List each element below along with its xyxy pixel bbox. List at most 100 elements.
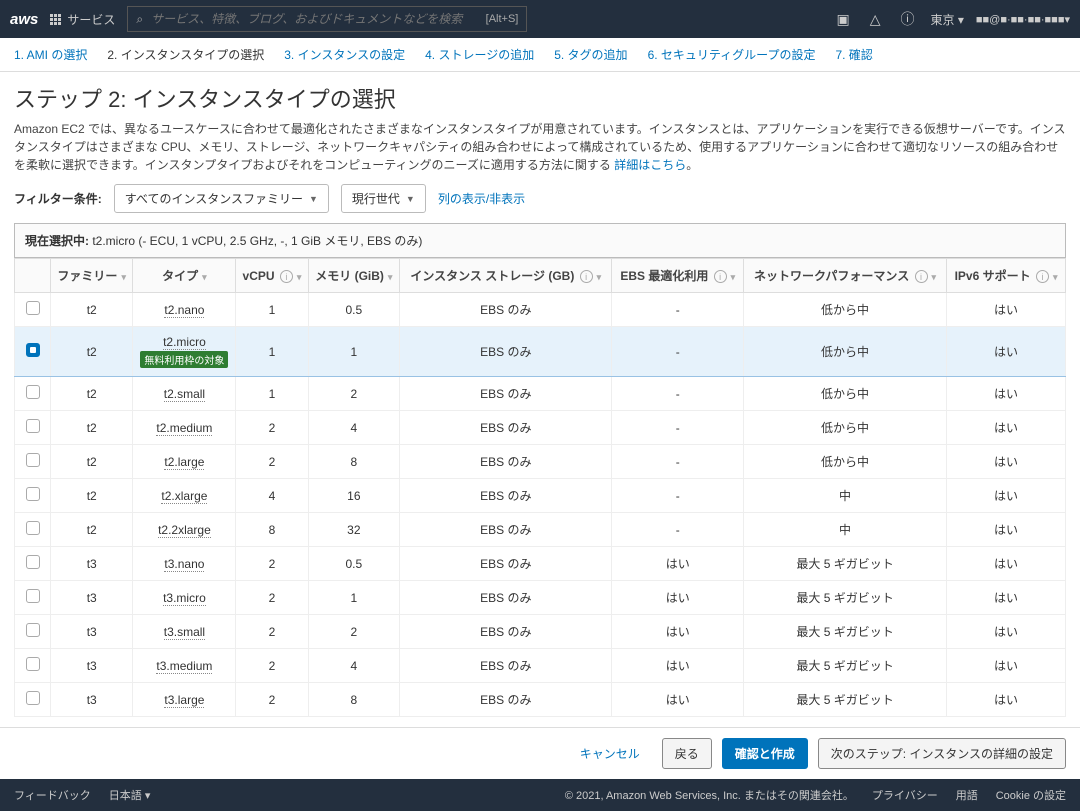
columns-toggle-link[interactable]: 列の表示/非表示 xyxy=(438,190,525,207)
wizard-step-7[interactable]: 7. 確認 xyxy=(835,46,872,63)
cell-family: t3 xyxy=(51,649,133,683)
cell-family: t2 xyxy=(51,377,133,411)
cell-memory: 0.5 xyxy=(308,293,400,327)
cell-ebs: はい xyxy=(612,581,744,615)
global-topbar: aws サービス ⌕ [Alt+S] ▣ △ ⓘ 東京 ▾ ■■@■·■■·■■… xyxy=(0,0,1080,38)
info-icon[interactable]: i xyxy=(280,270,293,283)
info-icon[interactable]: i xyxy=(915,270,928,283)
help-icon[interactable]: ⓘ xyxy=(897,9,919,29)
aws-logo[interactable]: aws xyxy=(10,11,38,28)
table-row[interactable]: t2 t2.nano 1 0.5 EBS のみ - 低から中 はい xyxy=(15,293,1066,327)
cell-network: 最大 5 ギガビット xyxy=(744,581,947,615)
cell-network: 中 xyxy=(744,479,947,513)
cell-storage: EBS のみ xyxy=(400,293,612,327)
col-checkbox xyxy=(15,259,51,293)
cookies-link[interactable]: Cookie の設定 xyxy=(996,787,1066,803)
col-network[interactable]: ネットワークパフォーマンス i▾ xyxy=(744,259,947,293)
info-icon[interactable]: i xyxy=(714,270,727,283)
wizard-step-3[interactable]: 3. インスタンスの設定 xyxy=(284,46,405,63)
table-row[interactable]: t2 t2.xlarge 4 16 EBS のみ - 中 はい xyxy=(15,479,1066,513)
col-type[interactable]: タイプ▾ xyxy=(133,259,236,293)
cell-type: t2.large xyxy=(133,445,236,479)
table-row[interactable]: t2 t2.small 1 2 EBS のみ - 低から中 はい xyxy=(15,377,1066,411)
col-memory[interactable]: メモリ (GiB)▾ xyxy=(308,259,400,293)
action-bar: キャンセル 戻る 確認と作成 次のステップ: インスタンスの詳細の設定 xyxy=(0,727,1080,779)
back-button[interactable]: 戻る xyxy=(662,738,712,769)
review-launch-button[interactable]: 確認と作成 xyxy=(722,738,808,769)
privacy-link[interactable]: プライバシー xyxy=(872,787,938,803)
cell-memory: 4 xyxy=(308,411,400,445)
col-storage[interactable]: インスタンス ストレージ (GB) i▾ xyxy=(400,259,612,293)
cell-storage: EBS のみ xyxy=(400,615,612,649)
wizard-step-2[interactable]: 2. インスタンスタイプの選択 xyxy=(107,46,264,63)
user-menu[interactable]: ■■@■·■■·■■·■■■▾ xyxy=(976,13,1070,26)
wizard-step-1[interactable]: 1. AMI の選択 xyxy=(14,46,87,63)
cell-storage: EBS のみ xyxy=(400,479,612,513)
cloudshell-icon[interactable]: ▣ xyxy=(833,11,854,28)
col-family[interactable]: ファミリー▾ xyxy=(51,259,133,293)
wizard-step-4[interactable]: 4. ストレージの追加 xyxy=(425,46,534,63)
table-row[interactable]: t2 t2.2xlarge 8 32 EBS のみ - 中 はい xyxy=(15,513,1066,547)
search-box[interactable]: ⌕ [Alt+S] xyxy=(127,6,527,32)
language-selector[interactable]: 日本語 ▾ xyxy=(109,787,151,803)
cell-memory: 2 xyxy=(308,377,400,411)
wizard-step-6[interactable]: 6. セキュリティグループの設定 xyxy=(648,46,816,63)
cell-storage: EBS のみ xyxy=(400,445,612,479)
cell-storage: EBS のみ xyxy=(400,649,612,683)
table-row[interactable]: t2 t2.medium 2 4 EBS のみ - 低から中 はい xyxy=(15,411,1066,445)
cell-ipv6: はい xyxy=(947,479,1066,513)
row-checkbox[interactable] xyxy=(26,623,40,637)
cell-ipv6: はい xyxy=(947,683,1066,717)
table-row[interactable]: t2 t2.micro無料利用枠の対象 1 1 EBS のみ - 低から中 はい xyxy=(15,327,1066,377)
table-row[interactable]: t3 t3.medium 2 4 EBS のみ はい 最大 5 ギガビット はい xyxy=(15,649,1066,683)
wizard-step-5[interactable]: 5. タグの追加 xyxy=(554,46,627,63)
row-checkbox[interactable] xyxy=(26,301,40,315)
feedback-link[interactable]: フィードバック xyxy=(14,787,91,803)
copyright: © 2021, Amazon Web Services, Inc. またはその関… xyxy=(565,787,854,803)
services-menu[interactable]: サービス xyxy=(50,11,115,28)
cell-storage: EBS のみ xyxy=(400,377,612,411)
row-checkbox[interactable] xyxy=(26,521,40,535)
learn-more-link[interactable]: 詳細はこちら xyxy=(614,158,686,172)
cell-ebs: はい xyxy=(612,683,744,717)
table-row[interactable]: t3 t3.nano 2 0.5 EBS のみ はい 最大 5 ギガビット はい xyxy=(15,547,1066,581)
cell-type: t3.medium xyxy=(133,649,236,683)
next-step-button[interactable]: 次のステップ: インスタンスの詳細の設定 xyxy=(818,738,1066,769)
family-filter-dropdown[interactable]: すべてのインスタンスファミリー▼ xyxy=(114,184,329,213)
table-row[interactable]: t2 t2.large 2 8 EBS のみ - 低から中 はい xyxy=(15,445,1066,479)
cell-vcpu: 2 xyxy=(236,411,308,445)
row-checkbox[interactable] xyxy=(26,343,40,357)
info-icon[interactable]: i xyxy=(1036,270,1049,283)
terms-link[interactable]: 用語 xyxy=(956,787,978,803)
row-checkbox[interactable] xyxy=(26,419,40,433)
search-input[interactable] xyxy=(151,12,478,26)
row-checkbox[interactable] xyxy=(26,589,40,603)
chevron-down-icon: ▼ xyxy=(406,194,415,204)
cell-ipv6: はい xyxy=(947,445,1066,479)
notifications-icon[interactable]: △ xyxy=(866,11,885,28)
col-vcpu[interactable]: vCPU i▾ xyxy=(236,259,308,293)
cell-network: 低から中 xyxy=(744,445,947,479)
table-row[interactable]: t3 t3.large 2 8 EBS のみ はい 最大 5 ギガビット はい xyxy=(15,683,1066,717)
info-icon[interactable]: i xyxy=(580,270,593,283)
row-checkbox[interactable] xyxy=(26,453,40,467)
col-ipv6[interactable]: IPv6 サポート i▾ xyxy=(947,259,1066,293)
current-selection-bar: 現在選択中: t2.micro (- ECU, 1 vCPU, 2.5 GHz,… xyxy=(14,223,1066,258)
cancel-button[interactable]: キャンセル xyxy=(568,739,652,768)
cell-ebs: - xyxy=(612,293,744,327)
cell-type: t2.2xlarge xyxy=(133,513,236,547)
row-checkbox[interactable] xyxy=(26,555,40,569)
table-row[interactable]: t3 t3.small 2 2 EBS のみ はい 最大 5 ギガビット はい xyxy=(15,615,1066,649)
region-selector[interactable]: 東京 ▾ xyxy=(931,11,964,28)
cell-vcpu: 1 xyxy=(236,377,308,411)
footer: フィードバック 日本語 ▾ © 2021, Amazon Web Service… xyxy=(0,779,1080,811)
row-checkbox[interactable] xyxy=(26,487,40,501)
row-checkbox[interactable] xyxy=(26,385,40,399)
cell-vcpu: 2 xyxy=(236,581,308,615)
cell-storage: EBS のみ xyxy=(400,683,612,717)
table-row[interactable]: t3 t3.micro 2 1 EBS のみ はい 最大 5 ギガビット はい xyxy=(15,581,1066,615)
col-ebs[interactable]: EBS 最適化利用 i▾ xyxy=(612,259,744,293)
row-checkbox[interactable] xyxy=(26,657,40,671)
generation-filter-dropdown[interactable]: 現行世代▼ xyxy=(341,184,426,213)
row-checkbox[interactable] xyxy=(26,691,40,705)
